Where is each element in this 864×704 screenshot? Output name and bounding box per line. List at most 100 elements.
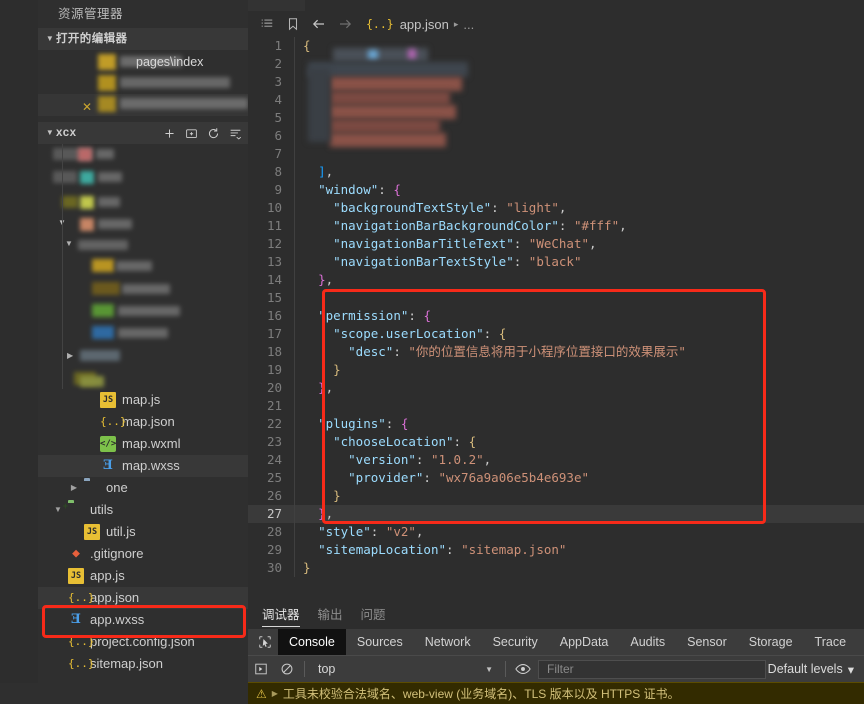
code-line[interactable]: 17 "scope.userLocation": { [248,325,864,343]
code-line[interactable]: 12 "navigationBarTitleText": "WeChat", [248,235,864,253]
divider [505,661,506,677]
chevron-right-icon: ▶ [68,477,80,499]
line-number: 15 [248,289,294,307]
file-row-app-wxss[interactable]: Ǝ app.wxss [38,609,248,631]
devtools-tab-network[interactable]: Network [414,629,482,655]
devtools-tab-audits[interactable]: Audits [619,629,676,655]
line-number: 30 [248,559,294,577]
code-line[interactable]: 21 [248,397,864,415]
code-line[interactable]: 29 "sitemapLocation": "sitemap.json" [248,541,864,559]
file-row-map-wxss[interactable]: Ǝ map.wxss [38,455,248,477]
code-line[interactable]: 8 ], [248,163,864,181]
devtools-tab-appdata[interactable]: AppData [549,629,620,655]
file-label: util.js [106,521,136,543]
blurred-icon [98,54,116,70]
live-expression-icon[interactable] [510,662,536,676]
code-line[interactable]: 28 "style": "v2", [248,523,864,541]
code-line[interactable]: 25 "provider": "wx76a9a06e5b4e693e" [248,469,864,487]
file-row-util-js[interactable]: JS util.js [38,521,248,543]
breadcrumb-separator: ▸ [454,19,459,30]
code-line[interactable]: 19 } [248,361,864,379]
code-line[interactable]: 14 }, [248,271,864,289]
code-line[interactable]: 20 }, [248,379,864,397]
file-row-map-json[interactable]: {..} map.json [38,411,248,433]
console-warning-message[interactable]: ⚠ ▶ 工具未校验合法域名、web-view (业务域名)、TLS 版本以及 H… [248,682,864,704]
line-number: 14 [248,271,294,289]
inspect-cursor-icon[interactable] [252,635,278,649]
breadcrumb-more[interactable]: ... [463,17,474,32]
project-section-header[interactable]: ▼ xcx [38,122,248,144]
new-file-icon[interactable] [163,127,176,140]
code-line[interactable]: 24 "version": "1.0.2", [248,451,864,469]
vscode-window: 资源管理器 ▼ 打开的编辑器 pages\index ✕ ▼ xcx [0,0,864,704]
code-line[interactable]: 15 [248,289,864,307]
code-line[interactable]: 10 "backgroundTextStyle": "light", [248,199,864,217]
console-filter-input[interactable]: Filter [538,660,766,679]
open-editors-section-header[interactable]: ▼ 打开的编辑器 [38,28,248,50]
console-context-selector[interactable]: top ▼ [309,662,501,676]
devtools-tab-storage[interactable]: Storage [738,629,804,655]
forward-arrow-icon[interactable] [332,16,358,32]
file-row-map-js[interactable]: JS map.js [38,389,248,411]
code-line[interactable]: 13 "navigationBarTextStyle": "black" [248,253,864,271]
code-text [295,91,303,109]
code-line[interactable]: 30} [248,559,864,577]
code-line[interactable]: 22 "plugins": { [248,415,864,433]
chevron-down-icon: ▾ [848,662,854,677]
collapse-all-icon[interactable] [229,127,242,140]
outline-icon[interactable] [254,17,280,31]
code-line[interactable]: 16 "permission": { [248,307,864,325]
back-arrow-icon[interactable] [306,16,332,32]
folder-row-utils[interactable]: ▼ utils [38,499,248,521]
devtools: Console Sources Network Security AppData… [248,629,864,704]
code-line[interactable]: 18 "desc": "你的位置信息将用于小程序位置接口的效果展示" [248,343,864,361]
file-row-map-wxml[interactable]: </> map.wxml [38,433,248,455]
refresh-icon[interactable] [207,127,220,140]
folder-row-one[interactable]: ▶ one [38,477,248,499]
code-text [295,289,303,307]
blurred-file-tree: ▼ ▼ ▶ [38,144,248,389]
code-text [295,73,303,91]
open-editor-visible-label: pages\index [136,54,203,70]
json-file-icon: {..} [100,414,116,430]
clear-console-icon[interactable] [274,662,300,676]
file-row-project-config-json[interactable]: {..} project.config.json [38,631,248,653]
file-label: map.json [122,411,175,433]
breadcrumb-file[interactable]: {..} app.json [366,17,449,32]
panel-tab-debugger[interactable]: 调试器 [262,601,300,629]
open-editor-row-active[interactable] [38,94,248,116]
devtools-tab-trace[interactable]: Trace [804,629,858,655]
code-line[interactable]: 27 }, [248,505,864,523]
folder-icon [68,502,84,518]
code-line[interactable]: 11 "navigationBarBackgroundColor": "#fff… [248,217,864,235]
file-row-app-json[interactable]: {..} app.json [38,587,248,609]
file-row-sitemap-json[interactable]: {..} sitemap.json [38,653,248,675]
devtools-tab-sources[interactable]: Sources [346,629,414,655]
devtools-tab-sensor[interactable]: Sensor [676,629,738,655]
editor-tab-active[interactable] [248,0,305,11]
code-line[interactable]: 23 "chooseLocation": { [248,433,864,451]
bookmark-icon[interactable] [280,17,306,31]
console-levels-selector[interactable]: Default levels ▾ [768,662,864,677]
blurred-icon [98,75,116,91]
code-text: } [295,361,341,379]
blurred-text [120,77,230,88]
panel-tab-output[interactable]: 输出 [318,601,343,629]
execute-icon[interactable] [248,662,274,676]
line-number: 5 [248,109,294,127]
code-text: "scope.userLocation": { [295,325,506,343]
devtools-tab-security[interactable]: Security [482,629,549,655]
line-number: 26 [248,487,294,505]
code-line[interactable]: 26 } [248,487,864,505]
code-line[interactable]: 9 "window": { [248,181,864,199]
code-text [295,145,303,163]
panel-tab-problems[interactable]: 问题 [361,601,386,629]
file-row-gitignore[interactable]: ◆ .gitignore [38,543,248,565]
line-number: 1 [248,37,294,55]
devtools-tab-console[interactable]: Console [278,629,346,655]
chevron-right-icon[interactable]: ▶ [272,689,278,698]
file-row-app-js[interactable]: JS app.js [38,565,248,587]
line-number: 9 [248,181,294,199]
wxml-file-icon: </> [100,436,116,452]
new-folder-icon[interactable] [185,127,198,140]
